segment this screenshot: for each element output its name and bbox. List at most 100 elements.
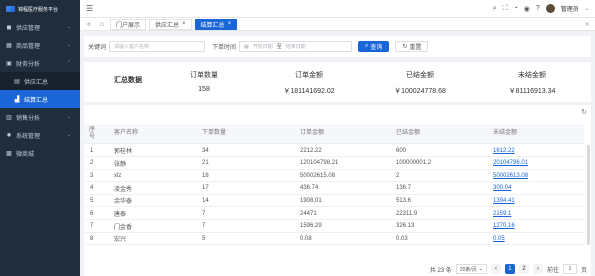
cell-customer: 宏兴 (114, 237, 127, 244)
prev-page-button[interactable]: ‹ (490, 264, 501, 274)
summary-head: 订单数量 (190, 72, 218, 79)
menu-toggle-icon[interactable]: ☰ (86, 4, 93, 13)
cell-unsettled[interactable]: 1612.22 (493, 145, 515, 156)
page-size-select[interactable]: 20条/页 ⌄ (455, 264, 487, 274)
search-icon[interactable]: ⌕ (493, 5, 497, 13)
page-2-button[interactable]: 2 (518, 264, 529, 274)
tabs-scroll-right-icon[interactable]: » (585, 21, 589, 28)
tab-label: 供应汇总 (155, 22, 180, 29)
sidebar-item-supply-summary[interactable]: ▤ 供应汇总 (0, 72, 80, 90)
fullscreen-icon[interactable]: ⛶ (503, 5, 508, 13)
refresh-icon[interactable]: ↻ (581, 108, 587, 116)
page-unit-label: 页 (580, 267, 587, 274)
search-button-label: 查询 (370, 45, 383, 51)
keyword-placeholder: 请输入客户名称 (114, 44, 150, 50)
brand-logo-icon (6, 6, 15, 12)
chevron-down-icon[interactable]: ⌄ (585, 6, 589, 12)
cell-order-amount: 1596.29 (300, 223, 322, 230)
cell-unsettled[interactable]: 1270.16 (493, 221, 515, 232)
cell-order-count: 7 (202, 210, 206, 217)
tab-supply-summary[interactable]: 供应汇总 × (149, 18, 192, 30)
gear-icon: ✹ (6, 132, 12, 139)
table-row[interactable]: 3 xlz 18 50002615.08 2 50002613.08 (84, 170, 584, 183)
reset-button[interactable]: ↻ 重置 (395, 41, 429, 52)
money-icon: ▣ (6, 60, 12, 67)
cell-order-amount: 0.08 (300, 235, 312, 242)
tab-label: 门户展示 (116, 22, 141, 29)
filter-bar: 关键词 请输入客户名称 下单时间 ▦ 开始日期 至 结束日期 ⌕ 查询 ↻ 重置 (84, 36, 591, 57)
cell-index: 2 (90, 160, 94, 167)
sidebar-item-system[interactable]: ✹ 系统管理 ⌄ (0, 126, 80, 144)
table-row[interactable]: 5 余华泰 14 1908.01 513.6 1394.41 (84, 195, 584, 208)
goto-label: 前往 (546, 267, 559, 274)
cell-index: 1 (90, 147, 94, 154)
page-1-button[interactable]: 1 (504, 264, 515, 274)
cell-settled: 600 (396, 147, 407, 154)
col-index: 序号 (89, 126, 96, 140)
vertical-scrollbar[interactable] (587, 145, 590, 245)
search-icon: ⌕ (365, 43, 369, 49)
sidebar-item-settlement-summary[interactable]: ▟ 结算汇总 (0, 90, 80, 108)
sidebar-item-mall[interactable]: ▩ 微商城 (0, 144, 80, 162)
table-row[interactable]: 4 凌金秀 17 436.74 136.7 300.04 (84, 183, 584, 195)
close-icon[interactable]: × (228, 21, 232, 27)
calendar-icon: ▦ (244, 43, 249, 50)
date-range-picker[interactable]: ▦ 开始日期 至 结束日期 (239, 41, 353, 52)
end-date-placeholder: 结束日期 (285, 44, 306, 50)
next-page-button[interactable]: › (532, 264, 543, 274)
cell-unsettled[interactable]: 0.05 (493, 233, 505, 244)
tab-portal[interactable]: 门户展示 (110, 18, 147, 30)
tabs-bar: « ⌂ 门户展示 供应汇总 × 结算汇总 × » (80, 18, 595, 31)
app: 锦程医疗服务平台 ◼ 供应管理 ⌄ ▦ 商品管理 ⌄ ▣ 财务分析 ⌃ ▤ 供应… (0, 0, 595, 276)
col-order-count: 下单数量 (202, 130, 227, 136)
refresh-icon: ↻ (402, 44, 408, 50)
table-row[interactable]: 1 郭桂林 34 2212.22 600 1612.22 (84, 145, 584, 157)
sidebar-item-goods[interactable]: ▦ 商品管理 ⌄ (0, 36, 80, 54)
cell-order-count: 17 (202, 185, 209, 192)
cell-settled: 2 (396, 172, 400, 179)
cell-index: 8 (90, 235, 94, 242)
sidebar-item-label: 销售分析 (16, 115, 41, 122)
cell-settled: 513.6 (396, 197, 412, 204)
cell-unsettled[interactable]: 1394.41 (493, 195, 515, 206)
cell-settled: 136.7 (396, 185, 412, 192)
sidebar-item-label: 系统管理 (16, 133, 41, 140)
search-button[interactable]: ⌕ 查询 (358, 41, 390, 52)
chevron-up-icon: ⌃ (66, 60, 71, 66)
tab-settlement-summary[interactable]: 结算汇总 × (194, 18, 238, 30)
cell-order-amount: 120104798.21 (300, 160, 339, 167)
cell-customer: 门金香 (114, 224, 133, 231)
sidebar-item-finance[interactable]: ▣ 财务分析 ⌃ (0, 54, 80, 72)
summary-order-amount: 订单金额 ￥181141692.02 (264, 70, 354, 96)
cell-index: 5 (90, 197, 94, 204)
sidebar-item-sales[interactable]: ▥ 销售分析 ⌄ (0, 108, 80, 126)
goto-page-input[interactable]: 1 (562, 264, 577, 274)
table-row[interactable]: 7 门金香 7 1596.29 326.13 1270.16 (84, 221, 584, 233)
home-icon[interactable]: ⌂ (97, 21, 107, 28)
help-icon[interactable]: ? (536, 5, 540, 12)
grid-icon: ▦ (6, 42, 12, 49)
cell-settled: 100000001.2 (396, 160, 432, 167)
cell-unsettled[interactable]: 50002613.08 (493, 170, 528, 181)
cell-customer: 唐泰 (114, 212, 127, 218)
cell-unsettled[interactable]: 20104796.01 (493, 158, 528, 169)
sidebar-submenu-finance: ▤ 供应汇总 ▟ 结算汇总 (0, 72, 80, 108)
cell-settled: 22311.9 (396, 210, 418, 217)
cell-order-count: 34 (202, 147, 209, 154)
cell-unsettled[interactable]: 300.04 (493, 183, 511, 194)
tabs-scroll-left-icon[interactable]: « (84, 21, 94, 28)
close-icon[interactable]: × (182, 21, 186, 27)
table-row[interactable]: 8 宏兴 5 0.08 0.03 0.05 (84, 233, 584, 246)
cell-index: 3 (90, 172, 94, 179)
bell-icon[interactable]: ◔ (514, 5, 518, 12)
avatar[interactable] (545, 4, 555, 13)
cell-settled: 326.13 (396, 223, 415, 230)
table-row[interactable]: 6 唐泰 7 24471 22311.9 2159.1 (84, 208, 584, 220)
chevron-down-icon: ⌄ (66, 132, 71, 138)
cell-unsettled[interactable]: 2159.1 (493, 208, 511, 219)
keyword-input[interactable]: 请输入客户名称 (109, 41, 206, 52)
sidebar-item-supply[interactable]: ◼ 供应管理 ⌄ (0, 18, 80, 36)
user-name[interactable]: 管理员 (561, 4, 579, 13)
github-icon[interactable]: ◉ (524, 5, 530, 13)
table-row[interactable]: 2 张静 21 120104798.21 100000001.2 20104796.01 (84, 158, 584, 170)
